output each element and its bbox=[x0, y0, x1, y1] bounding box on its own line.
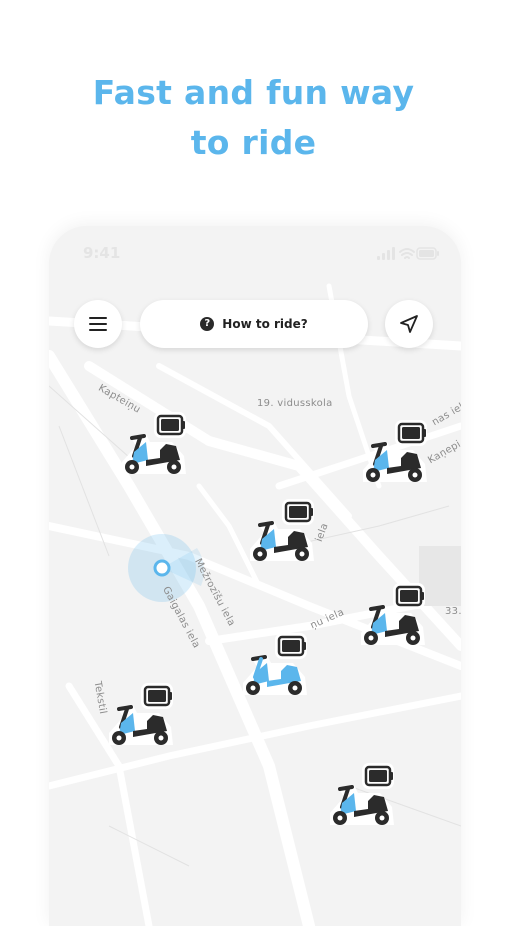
scooter-marker[interactable] bbox=[116, 410, 196, 482]
signal-icon bbox=[377, 247, 395, 260]
scooter-marker[interactable] bbox=[324, 761, 404, 833]
status-bar: 9:41 bbox=[49, 226, 461, 278]
status-time: 9:41 bbox=[83, 244, 121, 262]
how-to-ride-button[interactable]: ? How to ride? bbox=[140, 300, 368, 348]
status-icons bbox=[377, 246, 439, 265]
scooter-marker[interactable] bbox=[103, 681, 183, 753]
menu-button[interactable] bbox=[74, 300, 122, 348]
scooter-marker[interactable] bbox=[355, 581, 435, 653]
locate-me-button[interactable] bbox=[385, 300, 433, 348]
navigation-arrow-icon bbox=[400, 315, 418, 333]
scooter-marker[interactable] bbox=[244, 497, 324, 569]
scooter-marker[interactable] bbox=[357, 418, 437, 490]
street-label: 33. bbox=[445, 606, 461, 617]
hamburger-menu-icon bbox=[89, 317, 107, 331]
phone-frame: Kapteiņu 19. vidusskola nas iela Kaņepi … bbox=[49, 226, 461, 926]
wifi-icon bbox=[399, 248, 415, 259]
headline: Fast and fun way to ride bbox=[0, 68, 507, 168]
headline-line-1: Fast and fun way bbox=[92, 73, 415, 112]
scooter-marker[interactable] bbox=[237, 631, 317, 703]
user-location-dot bbox=[153, 559, 171, 577]
battery-icon bbox=[416, 247, 439, 260]
headline-line-2: to ride bbox=[190, 123, 317, 162]
question-circle-icon: ? bbox=[200, 317, 215, 331]
poi-label: 19. vidusskola bbox=[257, 398, 333, 409]
how-to-ride-label: How to ride? bbox=[222, 317, 308, 331]
